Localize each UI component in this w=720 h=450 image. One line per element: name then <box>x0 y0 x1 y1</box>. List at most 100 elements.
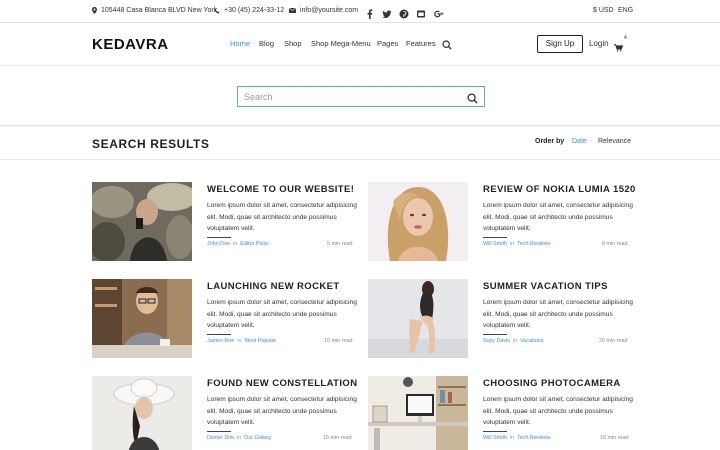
twitter-icon[interactable] <box>382 6 392 18</box>
post-card[interactable]: LAUNCHING NEW ROCKET Lorem ipsum dolor s… <box>92 279 357 359</box>
address-text: 105448 Casa Blanca BLVD New York <box>101 7 218 14</box>
nav-blog[interactable]: Blog <box>259 39 274 48</box>
cart-icon[interactable] <box>614 39 624 57</box>
post-author[interactable]: John Doe <box>207 241 230 247</box>
post-card[interactable]: FOUND NEW CONSTELLATION Lorem ipsum dolo… <box>92 376 357 450</box>
main-header: KEDAVRA Home Blog Shop Shop Mega-Menu Pa… <box>0 23 720 66</box>
post-thumbnail-woman-hat[interactable] <box>92 376 192 450</box>
address-info: 105448 Casa Blanca BLVD New York <box>92 7 217 14</box>
email-info[interactable]: info@yoursite.com <box>289 7 358 14</box>
order-by-relevance[interactable]: Relevance <box>598 138 631 145</box>
nav-shop-mega-menu[interactable]: Shop Mega-Menu <box>311 39 371 48</box>
post-title[interactable]: SUMMER VACATION TIPS <box>483 281 608 292</box>
nav-features[interactable]: Features <box>406 39 436 48</box>
divider <box>483 431 507 432</box>
post-author[interactable]: James Roe <box>207 338 234 344</box>
post-excerpt: Lorem ipsum dolor sit amet, consectetur … <box>207 299 357 329</box>
post-thumbnail-desk-monitor[interactable] <box>368 376 468 450</box>
post-thumbnail-sitting-woman[interactable] <box>368 279 468 358</box>
meta-in: in <box>237 338 242 344</box>
nav-home[interactable]: Home <box>230 39 250 48</box>
post-card[interactable]: CHOOSING PHOTOCAMERA Lorem ipsum dolor s… <box>368 376 633 450</box>
post-title[interactable]: WELCOME TO OUR WEBSITE! <box>207 184 354 195</box>
meta-in: in <box>512 338 518 344</box>
nav-shop[interactable]: Shop <box>284 39 302 48</box>
phone-icon <box>214 7 220 13</box>
post-excerpt: Lorem ipsum dolor sit amet, consectetur … <box>483 299 633 329</box>
post-card[interactable]: REVIEW OF NOKIA LUMIA 1520 Lorem ipsum d… <box>368 182 635 262</box>
post-meta: Susy Davis in Vacations <box>483 338 543 344</box>
post-title[interactable]: REVIEW OF NOKIA LUMIA 1520 <box>483 184 636 195</box>
meta-in: in <box>233 241 238 247</box>
youtube-icon[interactable] <box>416 6 426 18</box>
post-category[interactable]: Tech Reviews <box>517 435 550 441</box>
read-time: 5 min read <box>327 241 353 247</box>
post-excerpt: Lorem ipsum dolor sit amet, consectetur … <box>207 396 357 426</box>
meta-in: in <box>509 435 515 441</box>
search-input[interactable] <box>238 87 458 107</box>
email-text[interactable]: info@yoursite.com <box>300 7 358 14</box>
top-bar: 105448 Casa Blanca BLVD New York +30 (45… <box>0 0 720 23</box>
search-submit-icon[interactable] <box>467 91 478 109</box>
post-meta: John Doe in Editor Picks <box>207 241 269 247</box>
divider <box>483 334 507 335</box>
post-category[interactable]: Tech Reviews <box>517 241 550 247</box>
read-time: 20 min read <box>599 338 628 344</box>
currency-selector[interactable]: $ USD <box>593 7 614 14</box>
nav-pages[interactable]: Pages <box>377 39 398 48</box>
post-category[interactable]: Editor Picks <box>240 241 268 247</box>
search-box <box>237 86 485 107</box>
post-title[interactable]: FOUND NEW CONSTELLATION <box>207 378 357 389</box>
divider <box>483 237 507 238</box>
page-title: SEARCH RESULTS <box>92 137 210 151</box>
order-by-label: Order by <box>535 138 565 145</box>
post-meta: James Roe in Most Popular <box>207 338 276 344</box>
post-category[interactable]: Most Popular <box>244 338 276 344</box>
search-icon[interactable] <box>442 37 452 55</box>
post-excerpt: Lorem ipsum dolor sit amet, consectetur … <box>207 202 357 232</box>
facebook-icon[interactable] <box>365 6 375 19</box>
results-header: SEARCH RESULTS Order by Date - Relevance <box>0 126 720 160</box>
login-link[interactable]: Login <box>589 39 609 48</box>
post-excerpt: Lorem ipsum dolor sit amet, consectetur … <box>483 202 633 232</box>
pinterest-icon[interactable] <box>399 6 409 19</box>
post-meta: Will Smith in Tech Reviews <box>483 435 550 441</box>
meta-in: in <box>509 241 515 247</box>
language-selector[interactable]: ENG <box>618 7 633 14</box>
post-thumbnail-man-cafe[interactable] <box>92 279 192 358</box>
map-pin-icon <box>92 7 97 14</box>
divider <box>207 431 231 432</box>
sign-up-button[interactable]: Sign Up <box>537 35 583 53</box>
post-author[interactable]: Dexter Dirk <box>207 435 234 441</box>
post-author[interactable]: Susy Davis <box>483 338 510 344</box>
search-section <box>0 66 720 126</box>
cart-count-badge: 4 <box>624 35 627 41</box>
post-category[interactable]: Our Galaxy <box>244 435 271 441</box>
read-time: 10 min read <box>324 338 353 344</box>
read-time: 8 min read <box>602 241 628 247</box>
divider <box>207 237 231 238</box>
google-plus-icon[interactable] <box>434 6 444 18</box>
site-logo[interactable]: KEDAVRA <box>92 36 169 53</box>
post-meta: Dexter Dirk in Our Galaxy <box>207 435 271 441</box>
post-card[interactable]: WELCOME TO OUR WEBSITE! Lorem ipsum dolo… <box>92 182 357 262</box>
order-separator: - <box>590 138 593 145</box>
phone-info: +30 (45) 224-33-12 <box>214 7 284 14</box>
envelope-icon <box>289 8 296 13</box>
read-time: 16 min read <box>600 435 629 441</box>
post-excerpt: Lorem ipsum dolor sit amet, consectetur … <box>483 396 633 426</box>
read-time: 15 min read <box>323 435 352 441</box>
order-by-date[interactable]: Date <box>572 138 587 145</box>
divider <box>207 334 231 335</box>
post-author[interactable]: Will Smith <box>483 241 507 247</box>
post-category[interactable]: Vacations <box>520 338 543 344</box>
post-title[interactable]: LAUNCHING NEW ROCKET <box>207 281 340 292</box>
post-title[interactable]: CHOOSING PHOTOCAMERA <box>483 378 621 389</box>
phone-text: +30 (45) 224-33-12 <box>224 7 285 14</box>
post-author[interactable]: Will Smith <box>483 435 507 441</box>
post-thumbnail-crowd-phone[interactable] <box>92 182 192 261</box>
post-thumbnail-portrait-woman[interactable] <box>368 182 468 261</box>
meta-in: in <box>236 435 242 441</box>
post-meta: Will Smith in Tech Reviews <box>483 241 550 247</box>
post-card[interactable]: SUMMER VACATION TIPS Lorem ipsum dolor s… <box>368 279 633 359</box>
